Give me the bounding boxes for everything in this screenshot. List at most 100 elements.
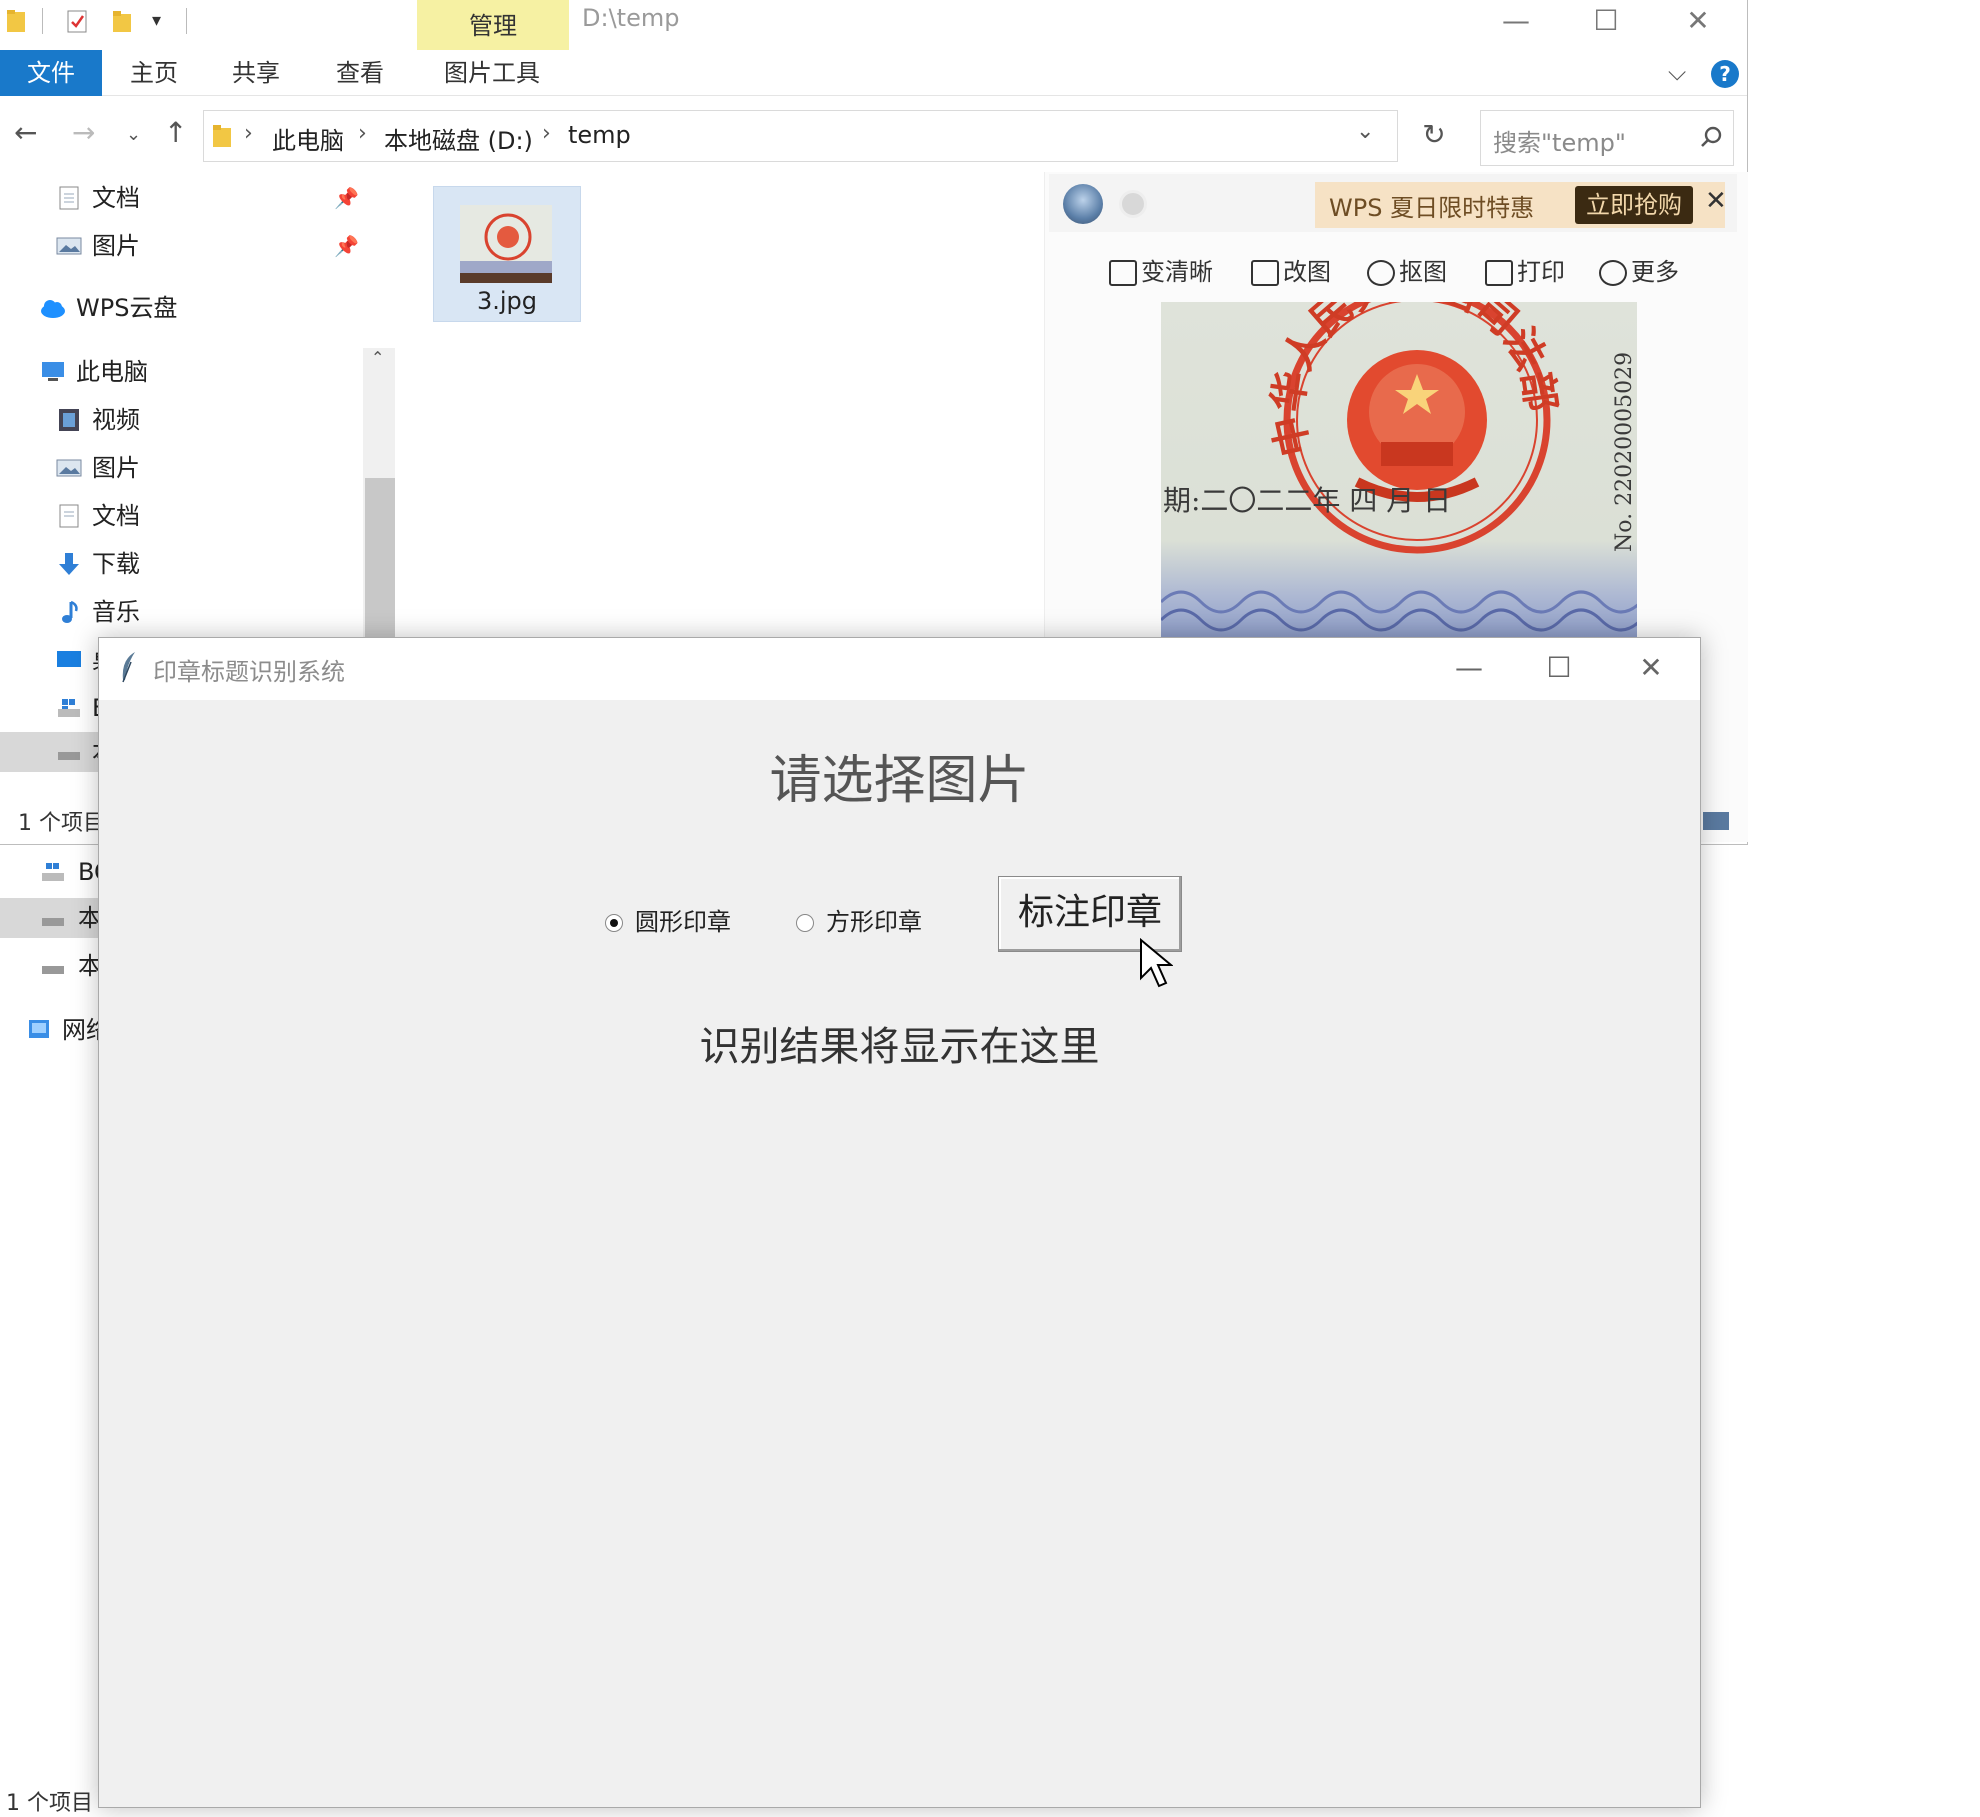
maximize-button[interactable]: ☐ — [1576, 2, 1636, 40]
picture-icon — [1703, 812, 1729, 830]
refresh-button[interactable]: ↻ — [1408, 110, 1460, 162]
picture-icon — [56, 237, 82, 255]
file-name: 3.jpg — [476, 287, 538, 315]
tool-print[interactable]: 打印 — [1485, 252, 1565, 287]
minimize-button[interactable]: — — [1486, 2, 1546, 40]
forward-button[interactable]: → — [72, 116, 95, 149]
breadcrumb-temp[interactable]: temp — [568, 121, 631, 149]
tab-file[interactable]: 文件 — [0, 50, 102, 96]
tab-share[interactable]: 共享 — [220, 50, 292, 96]
status-item-count-bottom: 1 个项目 — [6, 1791, 93, 1816]
music-icon — [62, 600, 78, 623]
guilloche-pattern — [1161, 590, 1637, 632]
windows-drive-icon — [42, 863, 64, 881]
properties-icon[interactable] — [66, 8, 88, 34]
tool-cutout[interactable]: 抠图 — [1367, 252, 1447, 287]
radio-round-seal[interactable]: 圆形印章 — [605, 902, 731, 937]
folder-icon — [213, 125, 231, 147]
separator — [42, 8, 43, 34]
promo-banner[interactable]: WPS 夏日限时特惠 立即抢购 — [1315, 182, 1725, 228]
close-button[interactable]: ✕ — [1621, 648, 1681, 688]
nav-label: 图片 — [92, 232, 140, 260]
search-icon — [1701, 126, 1722, 147]
print-icon — [1485, 260, 1513, 286]
radio-indicator[interactable] — [796, 914, 814, 932]
tab-picture-tools[interactable]: 图片工具 — [432, 50, 552, 96]
tool-label: 改图 — [1283, 258, 1331, 286]
quick-access-dropdown-icon[interactable]: ▾ — [152, 10, 161, 31]
recent-locations-icon[interactable]: ⌄ — [126, 124, 141, 145]
dialog-title: 印章标题识别系统 — [153, 658, 345, 686]
tool-label: 打印 — [1517, 258, 1565, 286]
maximize-button[interactable]: ☐ — [1529, 648, 1589, 688]
nav-label: 文档 — [92, 502, 140, 530]
back-button[interactable]: ← — [14, 116, 37, 149]
manage-tab[interactable]: 管理 — [417, 0, 569, 50]
radio-square-seal[interactable]: 方形印章 — [796, 902, 922, 937]
tool-enhance[interactable]: 变清晰 — [1109, 252, 1213, 287]
avatar[interactable] — [1063, 184, 1103, 224]
settings-icon[interactable] — [1119, 190, 1147, 218]
drive-icon — [58, 752, 80, 760]
nav-item-local-disk[interactable]: 本 — [0, 898, 102, 938]
close-button[interactable]: ✕ — [1668, 2, 1728, 40]
download-icon — [59, 553, 79, 575]
nav-label: WPS云盘 — [76, 294, 178, 322]
nav-label: 下载 — [92, 550, 140, 578]
nav-label: 视频 — [92, 406, 140, 434]
picture-icon — [56, 459, 82, 477]
tool-edit[interactable]: 改图 — [1251, 252, 1331, 287]
file-item-3jpg[interactable]: 3.jpg — [433, 186, 581, 322]
tool-label: 变清晰 — [1141, 258, 1213, 286]
address-bar[interactable]: › 此电脑 › 本地磁盘 (D:) › temp ⌄ — [203, 110, 1398, 162]
minimize-button[interactable]: — — [1439, 648, 1499, 688]
seal-date-text: 期:二〇二二年 四 月 日 — [1163, 484, 1451, 517]
mouse-cursor-icon — [1140, 938, 1173, 988]
official-seal-icon: 中华人民共和国司法部 期:二〇二二年 四 月 日 No. 22020005029 — [1161, 302, 1637, 632]
close-promo-icon[interactable]: ✕ — [1705, 186, 1727, 216]
up-button[interactable]: ↑ — [164, 116, 187, 149]
search-input[interactable]: 搜索"temp" — [1480, 110, 1734, 166]
scroll-up-icon[interactable]: ⌃ — [371, 348, 384, 367]
nav-label: 文档 — [92, 184, 140, 212]
breadcrumb-this-pc[interactable]: 此电脑 — [272, 121, 344, 156]
stamp-preview-image: 中华人民共和国司法部 期:二〇二二年 四 月 日 No. 22020005029 — [1161, 302, 1637, 642]
enhance-icon — [1109, 260, 1137, 286]
desktop-icon — [57, 651, 81, 667]
chevron-right-icon: › — [244, 121, 253, 146]
drive-icon — [42, 966, 64, 974]
radio-indicator-checked[interactable] — [605, 914, 623, 932]
status-item-count: 1 个项目 — [18, 811, 105, 836]
address-row: ← → ⌄ ↑ › 此电脑 › 本地磁盘 (D:) › temp ⌄ ↻ 搜索"… — [0, 106, 1747, 166]
computer-icon — [42, 362, 64, 381]
tab-home[interactable]: 主页 — [118, 50, 190, 96]
tool-label: 更多 — [1631, 258, 1679, 286]
document-icon — [59, 504, 79, 528]
radio-label: 圆形印章 — [635, 908, 731, 936]
nav-label: 音乐 — [92, 598, 140, 626]
pin-icon: 📌 — [334, 234, 359, 258]
new-folder-icon[interactable] — [112, 8, 134, 34]
tab-view[interactable]: 查看 — [324, 50, 396, 96]
file-thumbnail — [460, 205, 552, 283]
nav-label: 此电脑 — [76, 358, 148, 386]
stamp-thumbnail-icon — [460, 205, 552, 283]
dialog-titlebar: 印章标题识别系统 — ☐ ✕ — [99, 638, 1700, 700]
folder-icon — [7, 10, 25, 32]
search-placeholder: 搜索"temp" — [1493, 129, 1626, 157]
promo-text: WPS 夏日限时特惠 — [1329, 194, 1535, 222]
drive-icon — [42, 918, 64, 926]
chevron-down-icon[interactable]: ⌄ — [1356, 119, 1374, 144]
edit-image-icon — [1251, 260, 1279, 286]
breadcrumb-drive-d[interactable]: 本地磁盘 (D:) — [384, 121, 533, 156]
tool-more[interactable]: 更多 — [1599, 252, 1679, 287]
tool-label: 抠图 — [1399, 258, 1447, 286]
window-title: D:\temp — [582, 4, 680, 32]
chevron-right-icon: › — [542, 121, 551, 146]
feather-icon — [122, 652, 135, 683]
help-icon[interactable]: ? — [1711, 60, 1739, 88]
windows-drive-icon — [58, 699, 80, 717]
result-display: 识别结果将显示在这里 — [699, 1024, 1100, 1070]
promo-buy-button[interactable]: 立即抢购 — [1575, 186, 1693, 224]
expand-ribbon-icon[interactable]: ⌵ — [1668, 58, 1686, 86]
